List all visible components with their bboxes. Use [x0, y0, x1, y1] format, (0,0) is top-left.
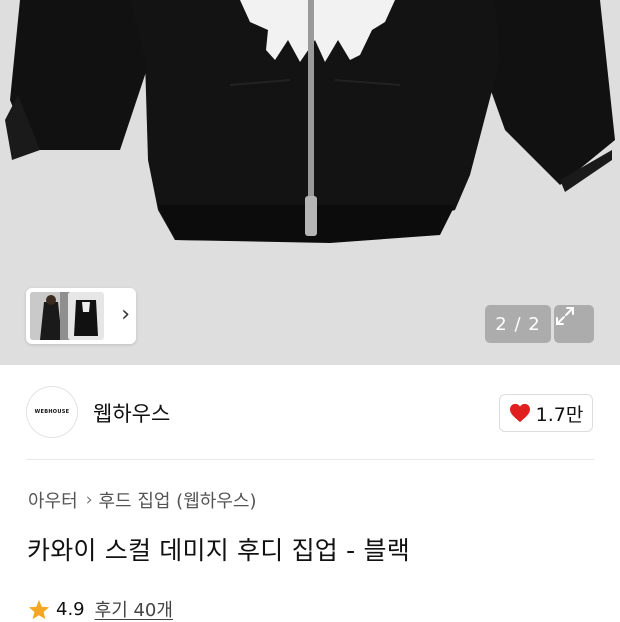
- breadcrumb: 아우터 › 후드 집업 (웹하우스): [28, 487, 256, 513]
- like-button[interactable]: 1.7만: [499, 394, 593, 432]
- star-icon: [28, 599, 50, 619]
- breadcrumb-subcategory[interactable]: 후드 집업 (웹하우스): [99, 487, 257, 513]
- heart-icon: [509, 403, 530, 423]
- breadcrumb-category[interactable]: 아우터: [28, 487, 78, 513]
- product-title: 카와이 스컬 데미지 후디 집업 - 블랙: [27, 536, 410, 565]
- thumbnail-strip[interactable]: ›: [26, 288, 136, 344]
- like-count: 1.7만: [535, 403, 584, 426]
- review-link[interactable]: 후기 40개: [95, 596, 173, 622]
- seller-name[interactable]: 웹하우스: [93, 398, 170, 428]
- rating-score: 4.9: [56, 598, 85, 620]
- expand-icon: [556, 307, 574, 325]
- expand-button[interactable]: [554, 305, 594, 343]
- page-indicator: 2 / 2: [485, 305, 551, 343]
- product-image[interactable]: › 2 / 2: [0, 0, 620, 365]
- divider: [26, 459, 594, 460]
- seller-logo[interactable]: WEBHOUSE: [26, 386, 78, 438]
- chevron-right-icon[interactable]: ›: [121, 304, 130, 326]
- thumbnail-2[interactable]: [68, 292, 104, 340]
- seller-row: WEBHOUSE 웹하우스 1.7만: [0, 365, 620, 459]
- chevron-right-icon: ›: [85, 490, 93, 510]
- seller-logo-text: WEBHOUSE: [34, 409, 70, 415]
- rating-row: 4.9 후기 40개: [28, 596, 173, 622]
